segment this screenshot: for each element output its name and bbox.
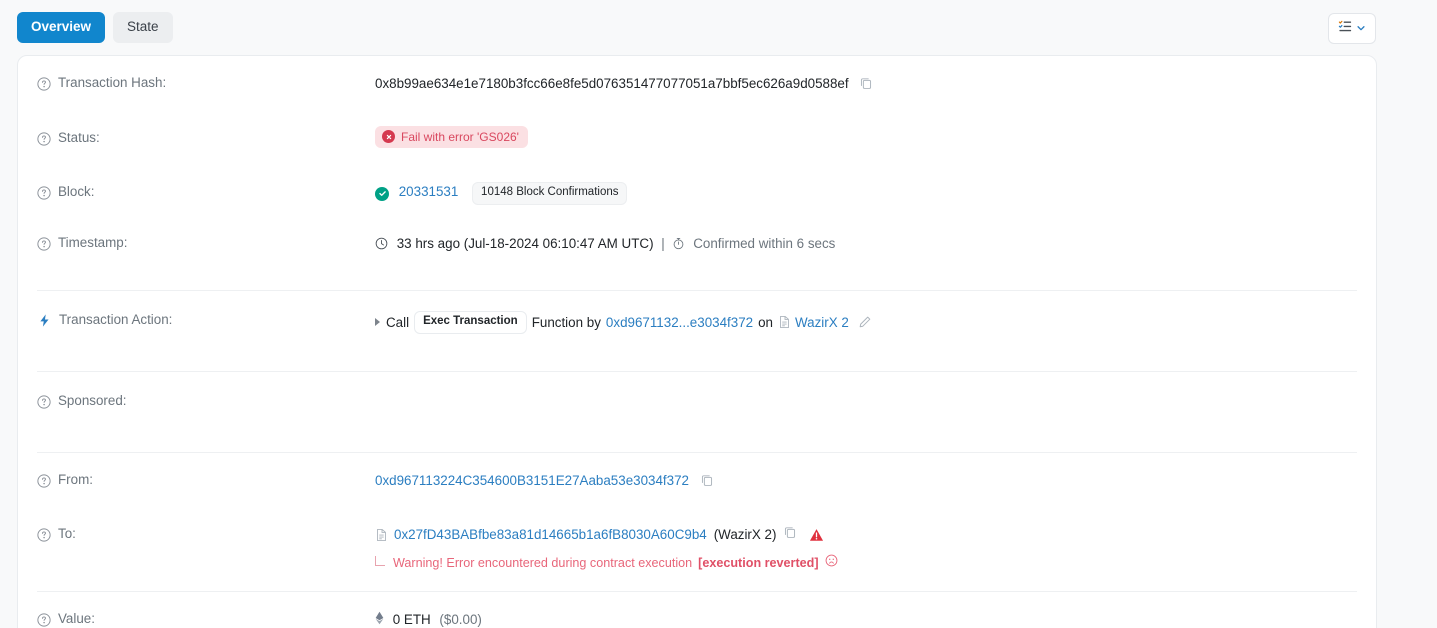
transaction-overview-card: Transaction Hash: 0x8b99ae634e1e7180b3fc… xyxy=(17,55,1377,628)
function-by-text: Function by xyxy=(531,314,601,330)
label-text: From: xyxy=(58,472,93,487)
value-from: 0xd967113224C354600B3151E27Aaba53e3034f3… xyxy=(375,471,1357,492)
value-to: 0x27fD43BABfbe83a81d14665b1a6fB8030A60C9… xyxy=(375,525,1357,573)
value-usd-text: ($0.00) xyxy=(439,612,482,627)
label-text: Status: xyxy=(58,130,100,145)
function-name-badge: Exec Transaction xyxy=(414,311,527,334)
timestamp-relative-text: 33 hrs ago (Jul-18-2024 06:10:47 AM UTC) xyxy=(396,236,654,251)
help-circle-icon[interactable] xyxy=(37,474,51,488)
row-transaction-action: Transaction Action: Call Exec Transactio… xyxy=(18,291,1376,371)
caret-right-icon[interactable] xyxy=(375,318,380,327)
row-sponsored: Sponsored: xyxy=(18,372,1376,452)
copy-icon[interactable] xyxy=(859,76,873,95)
clock-icon xyxy=(375,236,388,255)
tab-overview[interactable]: Overview xyxy=(17,12,106,43)
row-timestamp: Timestamp: 33 hrs ago (Jul-18-2024 06:10… xyxy=(18,220,1376,290)
contract-file-icon xyxy=(375,528,388,542)
block-number-link[interactable]: 20331531 xyxy=(399,184,459,199)
block-confirmations-badge: 10148 Block Confirmations xyxy=(472,182,628,205)
copy-icon[interactable] xyxy=(700,473,714,492)
lightning-bolt-icon xyxy=(37,313,52,328)
row-from: From: 0xd967113224C354600B3151E27Aaba53e… xyxy=(18,453,1376,511)
label-block: Block: xyxy=(37,180,375,200)
sad-face-icon xyxy=(825,554,838,573)
row-to: To: 0x27fD43BABfbe83a81d14665b1a6fB8030A… xyxy=(18,511,1376,591)
tab-state[interactable]: State xyxy=(113,12,173,43)
copy-icon[interactable] xyxy=(783,525,797,544)
row-block: Block: 20331531 10148 Block Confirmation… xyxy=(18,166,1376,220)
value-amount-text: 0 ETH xyxy=(392,612,431,627)
view-tabs: Overview State xyxy=(17,12,173,43)
value-transaction-action: Call Exec Transaction Function by 0xd967… xyxy=(375,311,1357,334)
help-circle-icon[interactable] xyxy=(37,237,51,251)
check-circle-icon xyxy=(375,186,389,201)
to-address-link[interactable]: 0x27fD43BABfbe83a81d14665b1a6fB8030A60C9… xyxy=(394,525,707,544)
value-timestamp: 33 hrs ago (Jul-18-2024 06:10:47 AM UTC)… xyxy=(375,234,1357,255)
help-circle-icon[interactable] xyxy=(37,528,51,542)
help-circle-icon[interactable] xyxy=(37,395,51,409)
label-value: Value: xyxy=(37,610,375,627)
row-status: Status: Fail with error 'GS026' xyxy=(18,114,1376,166)
transaction-hash-text: 0x8b99ae634e1e7180b3fcc66e8fe5d076351477… xyxy=(375,76,849,91)
label-text: To: xyxy=(58,526,76,541)
help-circle-icon[interactable] xyxy=(37,186,51,200)
warning-triangle-icon[interactable] xyxy=(809,528,824,542)
label-timestamp: Timestamp: xyxy=(37,234,375,251)
contract-file-icon xyxy=(778,315,791,329)
chevron-down-icon xyxy=(1356,20,1366,38)
label-text: Sponsored: xyxy=(58,393,127,408)
to-address-tag: (WazirX 2) xyxy=(713,527,777,542)
label-text: Timestamp: xyxy=(58,235,128,250)
x-circle-icon xyxy=(382,130,395,143)
stopwatch-icon xyxy=(672,236,685,255)
execution-warning-message: Warning! Error encountered during contra… xyxy=(375,554,1357,573)
call-text: Call xyxy=(386,314,410,330)
value-eth-amount: 0 ETH ($0.00) xyxy=(375,610,1357,628)
label-text: Transaction Hash: xyxy=(58,75,167,90)
label-status: Status: xyxy=(37,126,375,146)
caller-address-link[interactable]: 0xd9671132...e3034f372 xyxy=(606,313,753,332)
timestamp-divider: | xyxy=(661,236,665,251)
timestamp-confirmed-text: Confirmed within 6 secs xyxy=(693,236,836,251)
top-toolbar: Overview State xyxy=(0,0,1437,55)
status-badge: Fail with error 'GS026' xyxy=(375,126,528,148)
status-badge-text: Fail with error 'GS026' xyxy=(401,129,519,144)
more-options-button[interactable] xyxy=(1328,13,1376,44)
warning-bold-text: [execution reverted] xyxy=(698,556,819,570)
label-transaction-action: Transaction Action: xyxy=(37,311,375,328)
help-circle-icon[interactable] xyxy=(37,77,51,91)
label-to: To: xyxy=(37,525,375,542)
tree-corner-icon xyxy=(375,555,385,566)
value-status: Fail with error 'GS026' xyxy=(375,126,1357,148)
label-sponsored: Sponsored: xyxy=(37,392,375,409)
to-address-line: 0x27fD43BABfbe83a81d14665b1a6fB8030A60C9… xyxy=(375,525,1357,544)
from-address-link[interactable]: 0xd967113224C354600B3151E27Aaba53e3034f3… xyxy=(375,473,689,488)
ethereum-diamond-icon xyxy=(375,611,384,628)
label-text: Block: xyxy=(58,184,95,199)
list-checks-icon xyxy=(1338,19,1353,39)
row-value: Value: 0 ETH ($0.00) xyxy=(18,592,1376,628)
help-circle-icon[interactable] xyxy=(37,132,51,146)
label-transaction-hash: Transaction Hash: xyxy=(37,74,375,91)
label-from: From: xyxy=(37,471,375,488)
pencil-edit-icon[interactable] xyxy=(858,315,872,329)
row-transaction-hash: Transaction Hash: 0x8b99ae634e1e7180b3fc… xyxy=(18,56,1376,114)
contract-name-link[interactable]: WazirX 2 xyxy=(795,313,849,332)
label-text: Value: xyxy=(58,611,95,626)
warning-prefix-text: Warning! Error encountered during contra… xyxy=(393,556,693,570)
value-transaction-hash: 0x8b99ae634e1e7180b3fcc66e8fe5d076351477… xyxy=(375,74,1357,95)
label-text: Transaction Action: xyxy=(59,312,173,327)
transaction-details-page: Overview State Transaction Hash: 0x8b99a… xyxy=(0,0,1437,628)
value-block: 20331531 10148 Block Confirmations xyxy=(375,180,1357,205)
help-circle-icon[interactable] xyxy=(37,613,51,627)
on-text: on xyxy=(758,314,774,330)
